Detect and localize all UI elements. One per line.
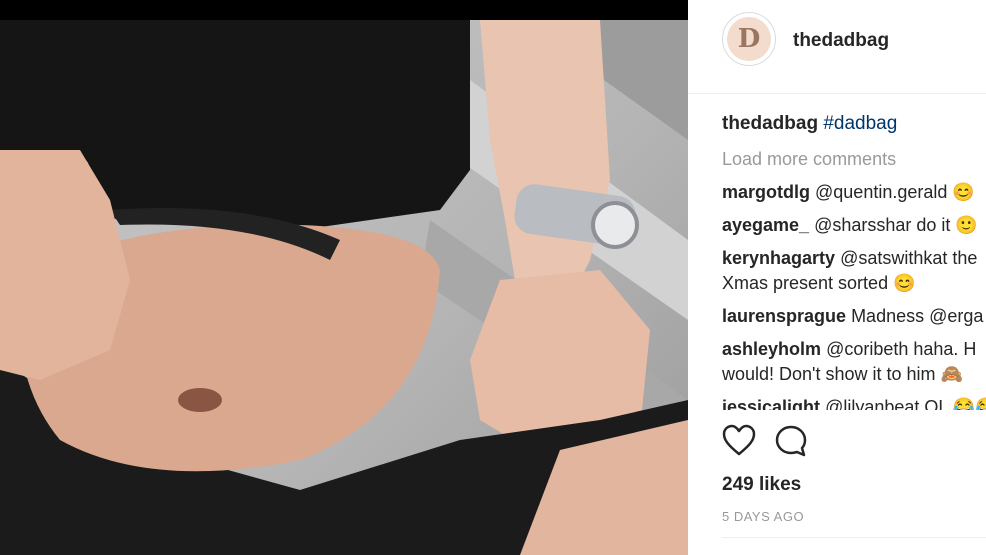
comment-item: margotdlg @quentin.gerald 😊 [722,180,986,205]
comment-username[interactable]: ashleyholm [722,339,821,359]
comment-username[interactable]: laurensprague [722,306,846,326]
comment-text-continued: would! Don't show it to him 🙈 [722,364,963,384]
comment-username[interactable]: jessicalight [722,397,820,410]
comment-item: ashleyholm @coribeth haha. H would! Don'… [722,337,986,387]
likes-count[interactable]: 249 likes [722,474,801,496]
comment-item: kerynhagarty @satswithkat the Xmas prese… [722,246,986,296]
caption: thedadbag #dadbag [722,110,986,138]
caption-username[interactable]: thedadbag [722,113,818,134]
avatar-image: D [727,17,771,61]
comment-text: Madness @erga [851,306,984,326]
post-photo[interactable] [0,0,688,555]
comment-text: @lilyanbeat OL 😂😂😂 [825,397,986,410]
comment-bubble-icon[interactable] [774,424,808,458]
heart-icon[interactable] [722,424,756,458]
comment-text-continued: Xmas present sorted 😊 [722,273,916,293]
comment-username[interactable]: kerynhagarty [722,248,835,268]
comment-item: laurensprague Madness @erga [722,304,986,329]
comment-item: ayegame_ @sharsshar do it 🙂 [722,213,986,238]
comment-text: @quentin.gerald 😊 [815,182,975,202]
post-header: D thedadbag [688,0,986,94]
comments-list: thedadbag #dadbag Load more comments mar… [722,110,986,410]
comment-text: @coribeth haha. H [826,339,977,359]
header-username[interactable]: thedadbag [793,30,889,52]
comment-text: @satswithkat the [840,248,978,268]
photo-content [0,20,688,555]
caption-hashtag[interactable]: #dadbag [823,113,897,134]
avatar[interactable]: D [722,12,776,66]
post-actions [722,424,808,460]
divider [722,537,986,538]
comment-username[interactable]: margotdlg [722,182,810,202]
comment-item: jessicalight @lilyanbeat OL 😂😂😂 [722,395,986,410]
post-side-panel: D thedadbag thedadbag #dadbag Load more … [688,0,986,555]
comment-text: @sharsshar do it 🙂 [814,215,978,235]
comment-username[interactable]: ayegame_ [722,215,809,235]
load-more-comments-button[interactable]: Load more comments [722,146,986,172]
post-timestamp: 5 DAYS AGO [722,509,805,524]
photo-illustration [0,20,688,555]
